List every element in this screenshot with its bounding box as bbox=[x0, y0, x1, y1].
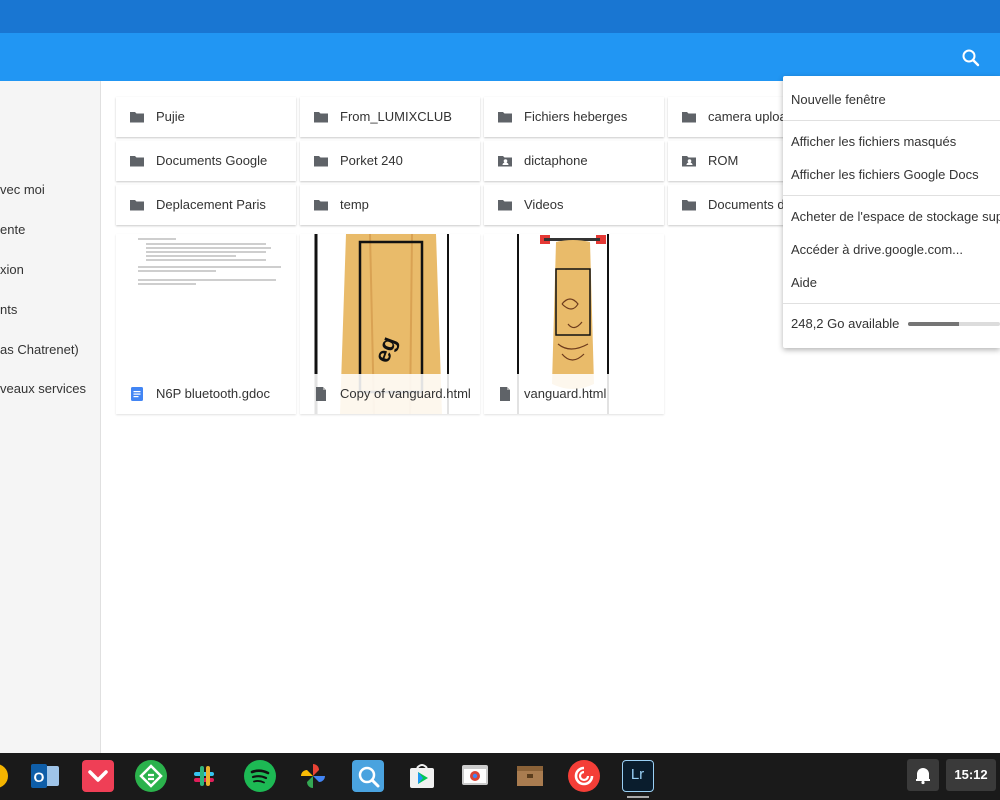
folder-name: Pujie bbox=[156, 109, 185, 124]
lightroom-label: Lr bbox=[630, 766, 645, 783]
folder-icon bbox=[681, 197, 697, 213]
navigation-sidebar: vec moi ente xion nts as Chatrenet) veau… bbox=[0, 81, 101, 753]
feedly-icon[interactable] bbox=[135, 760, 167, 792]
active-app-indicator bbox=[627, 796, 649, 798]
file-card-label: vanguard.html bbox=[484, 374, 664, 414]
file-name: vanguard.html bbox=[524, 386, 607, 401]
folder-name: From_LUMIXCLUB bbox=[340, 109, 452, 124]
menu-item-help[interactable]: Aide bbox=[791, 275, 817, 290]
file-name: Copy of vanguard.html bbox=[340, 386, 471, 401]
folder-icon bbox=[313, 109, 329, 125]
google-photos-icon[interactable] bbox=[297, 760, 329, 792]
file-card[interactable]: vanguard.html bbox=[484, 234, 664, 414]
folder-tile[interactable]: Fichiers heberges bbox=[484, 97, 664, 137]
pocketcasts-icon[interactable] bbox=[568, 760, 600, 792]
document-thumbnail bbox=[116, 234, 296, 374]
menu-item-show-hidden-files[interactable]: Afficher les fichiers masqués bbox=[791, 134, 956, 149]
file-card-label: N6P bluetooth.gdoc bbox=[116, 374, 296, 414]
slack-icon[interactable] bbox=[188, 760, 220, 792]
folder-tile[interactable]: Videos bbox=[484, 185, 664, 225]
shared-folder-icon bbox=[497, 153, 513, 169]
outlook-icon[interactable]: O bbox=[29, 760, 61, 792]
menu-item-buy-storage[interactable]: Acheter de l'espace de stockage supp bbox=[791, 209, 1000, 224]
file-icon bbox=[497, 386, 513, 402]
menu-item-open-drive[interactable]: Accéder à drive.google.com... bbox=[791, 242, 963, 257]
folder-tile[interactable]: ROM bbox=[668, 141, 800, 181]
folder-name: temp bbox=[340, 197, 369, 212]
lightroom-icon[interactable]: Lr bbox=[622, 760, 654, 792]
folder-name: dictaphone bbox=[524, 153, 588, 168]
file-card[interactable]: N6P bluetooth.gdoc bbox=[116, 234, 296, 414]
pocket-icon[interactable] bbox=[82, 760, 114, 792]
play-store-icon[interactable] bbox=[406, 760, 438, 792]
folder-name: ROM bbox=[708, 153, 739, 168]
screenshot-tool-icon[interactable] bbox=[352, 760, 384, 792]
menu-separator bbox=[783, 303, 1000, 304]
outlook-letter: O bbox=[34, 769, 45, 785]
folder-icon bbox=[129, 153, 145, 169]
sidebar-item-downloads[interactable]: nts bbox=[0, 302, 100, 317]
storage-available-label: 248,2 Go available bbox=[791, 316, 900, 331]
spotify-icon[interactable] bbox=[244, 760, 276, 792]
menu-separator bbox=[783, 120, 1000, 121]
search-icon[interactable] bbox=[960, 47, 982, 69]
sidebar-item-account[interactable]: as Chatrenet) bbox=[0, 342, 100, 357]
sidebar-item-recent[interactable]: ente bbox=[0, 222, 100, 237]
chrome-icon[interactable] bbox=[0, 764, 8, 788]
google-doc-icon bbox=[129, 386, 145, 402]
folder-tile[interactable]: Pujie bbox=[116, 97, 296, 137]
storage-usage-fill bbox=[908, 322, 959, 326]
menu-separator bbox=[783, 195, 1000, 196]
folder-name: Documents d bbox=[708, 197, 785, 212]
folder-tile[interactable]: camera uploads bbox=[668, 97, 800, 137]
sidebar-item-offline[interactable]: xion bbox=[0, 262, 100, 277]
folder-tile[interactable]: Documents d bbox=[668, 185, 800, 225]
folder-tile[interactable]: temp bbox=[300, 185, 480, 225]
shared-folder-icon bbox=[681, 153, 697, 169]
menu-item-show-google-docs[interactable]: Afficher les fichiers Google Docs bbox=[791, 167, 979, 182]
folder-icon bbox=[313, 153, 329, 169]
menu-item-new-window[interactable]: Nouvelle fenêtre bbox=[791, 92, 886, 107]
folder-tile[interactable]: From_LUMIXCLUB bbox=[300, 97, 480, 137]
folder-name: Fichiers heberges bbox=[524, 109, 628, 124]
files-toolbar bbox=[0, 33, 1000, 81]
folder-icon bbox=[681, 109, 697, 125]
overflow-menu: Nouvelle fenêtre Afficher les fichiers m… bbox=[783, 76, 1000, 348]
folder-icon bbox=[313, 197, 329, 213]
archive-icon[interactable] bbox=[514, 760, 546, 792]
folder-name: Documents Google bbox=[156, 153, 268, 168]
folder-tile[interactable]: Deplacement Paris bbox=[116, 185, 296, 225]
folder-name: Deplacement Paris bbox=[156, 197, 266, 212]
folder-icon bbox=[129, 109, 145, 125]
sidebar-item-shared-with-me[interactable]: vec moi bbox=[0, 182, 100, 197]
folder-tile[interactable]: dictaphone bbox=[484, 141, 664, 181]
sidebar-item-add-services[interactable]: veaux services bbox=[0, 381, 100, 396]
system-clock[interactable]: 15:12 bbox=[946, 759, 996, 791]
folder-name: Videos bbox=[524, 197, 564, 212]
chrome-web-store-icon[interactable] bbox=[459, 760, 491, 792]
system-shelf: O Lr bbox=[0, 753, 1000, 800]
folder-name: Porket 240 bbox=[340, 153, 403, 168]
folder-icon bbox=[497, 197, 513, 213]
window-titlebar bbox=[0, 0, 1000, 33]
file-name: N6P bluetooth.gdoc bbox=[156, 386, 270, 401]
folder-tile[interactable]: Porket 240 bbox=[300, 141, 480, 181]
folder-icon bbox=[129, 197, 145, 213]
file-card[interactable]: eg Copy of vanguard.html bbox=[300, 234, 480, 414]
notification-bell-icon[interactable] bbox=[907, 759, 939, 791]
file-card-label: Copy of vanguard.html bbox=[300, 374, 480, 414]
folder-icon bbox=[497, 109, 513, 125]
file-icon bbox=[313, 386, 329, 402]
storage-usage-bar bbox=[908, 322, 1000, 326]
folder-tile[interactable]: Documents Google bbox=[116, 141, 296, 181]
